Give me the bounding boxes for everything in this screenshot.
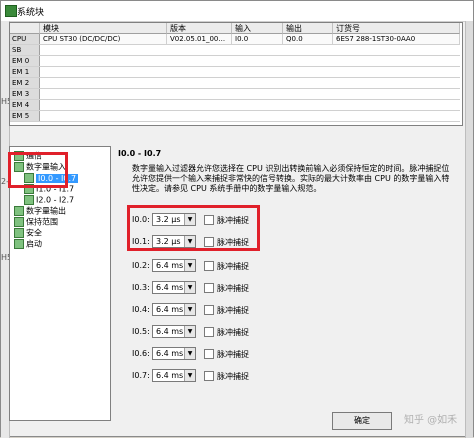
filter-time-select[interactable]: 6.4 ms ▼ <box>152 325 196 338</box>
module-table: 模块 版本 输入 输出 订货号 CPU CPU ST30 (DC/DC/DC) … <box>9 22 463 126</box>
row-label: EM 4 <box>10 100 40 110</box>
row-label: EM 2 <box>10 78 40 88</box>
row-label: EM 5 <box>10 111 40 121</box>
table-row[interactable]: EM 4 <box>10 100 460 111</box>
tree-check-icon <box>14 217 24 227</box>
pulse-catch-label: 脉冲捕捉 <box>217 284 249 293</box>
input-cell: I0.0 <box>232 34 283 44</box>
filter-row-i0-2: I0.2: 6.4 ms ▼ 脉冲捕捉 <box>132 259 292 273</box>
pulse-catch-checkbox[interactable] <box>204 283 214 293</box>
pulse-catch-checkbox[interactable] <box>204 371 214 381</box>
chevron-down-icon: ▼ <box>184 348 195 359</box>
ok-button[interactable]: 确定 <box>332 412 392 430</box>
tree-check-icon <box>14 206 24 216</box>
row-label: CPU <box>10 34 40 44</box>
column-header-input: 输入 <box>232 23 283 34</box>
pulse-catch-checkbox[interactable] <box>204 327 214 337</box>
chevron-down-icon: ▼ <box>184 304 195 315</box>
tree-check-icon <box>14 239 24 249</box>
pulse-catch-label: 脉冲捕捉 <box>217 328 249 337</box>
panel-title: I0.0 - I0.7 <box>118 149 162 158</box>
row-label: EM 1 <box>10 67 40 77</box>
table-row[interactable]: EM 3 <box>10 89 460 100</box>
filter-time-select[interactable]: 6.4 ms ▼ <box>152 281 196 294</box>
row-label: SB <box>10 45 40 55</box>
pulse-catch-label: 脉冲捕捉 <box>217 306 249 315</box>
panel-description: 数字量输入过滤器允许您选择在 CPU 识别出转换前输入必须保持恒定的时间。脉冲捕… <box>132 164 450 193</box>
pulse-catch-label: 脉冲捕捉 <box>217 262 249 271</box>
filter-label: I0.6: <box>132 349 150 358</box>
column-header-module: 模块 <box>40 23 167 34</box>
column-header-version: 版本 <box>167 23 232 34</box>
pulse-catch-label: 脉冲捕捉 <box>217 372 249 381</box>
filter-row-i0-4: I0.4: 6.4 ms ▼ 脉冲捕捉 <box>132 303 292 317</box>
tree-check-icon <box>14 228 24 238</box>
order-cell: 6ES7 288-1ST30-0AA0 <box>333 34 460 44</box>
output-cell: Q0.0 <box>283 34 333 44</box>
table-row[interactable]: SB <box>10 45 460 56</box>
filter-label: I0.2: <box>132 261 150 270</box>
highlight-box <box>8 152 68 188</box>
window-title: 系统块 <box>17 8 45 18</box>
detail-panel: I0.0 - I0.7 数字量输入过滤器允许您选择在 CPU 识别出转换前输入必… <box>112 146 462 419</box>
tree-check-icon <box>24 195 34 205</box>
title-bar: 系统块 <box>1 1 473 22</box>
table-row[interactable]: CPU CPU ST30 (DC/DC/DC) V02.05.01_00... … <box>10 34 460 45</box>
tree-item-security[interactable]: 安全 <box>14 228 42 239</box>
filter-row-i0-3: I0.3: 6.4 ms ▼ 脉冲捕捉 <box>132 281 292 295</box>
filter-time-select[interactable]: 6.4 ms ▼ <box>152 303 196 316</box>
table-row[interactable]: EM 2 <box>10 78 460 89</box>
table-row[interactable]: EM 5 <box>10 111 460 122</box>
highlight-box <box>127 205 260 251</box>
table-row[interactable]: EM 1 <box>10 67 460 78</box>
filter-time-select[interactable]: 6.4 ms ▼ <box>152 259 196 272</box>
chevron-down-icon: ▼ <box>184 370 195 381</box>
right-edge-strip <box>465 21 473 438</box>
filter-label: I0.5: <box>132 327 150 336</box>
row-label: EM 3 <box>10 89 40 99</box>
row-label: EM 0 <box>10 56 40 66</box>
pulse-catch-checkbox[interactable] <box>204 349 214 359</box>
pulse-catch-checkbox[interactable] <box>204 305 214 315</box>
chevron-down-icon: ▼ <box>184 282 195 293</box>
filter-label: I0.7: <box>132 371 150 380</box>
tree-item-digital-output[interactable]: 数字量输出 <box>14 206 66 217</box>
filter-time-select[interactable]: 6.4 ms ▼ <box>152 369 196 382</box>
filter-row-i0-7: I0.7: 6.4 ms ▼ 脉冲捕捉 <box>132 369 292 383</box>
table-corner <box>10 23 40 34</box>
column-header-output: 输出 <box>283 23 333 34</box>
watermark: 知乎 @如禾 <box>404 415 458 426</box>
table-row[interactable]: EM 0 <box>10 56 460 67</box>
tree-item-i2[interactable]: I2.0 - I2.7 <box>24 195 74 206</box>
module-cell[interactable]: CPU ST30 (DC/DC/DC) <box>40 34 167 44</box>
filter-time-select[interactable]: 6.4 ms ▼ <box>152 347 196 360</box>
pulse-catch-label: 脉冲捕捉 <box>217 350 249 359</box>
column-header-order-number: 订货号 <box>333 23 460 34</box>
chevron-down-icon: ▼ <box>184 260 195 271</box>
version-cell: V02.05.01_00... <box>167 34 232 44</box>
filter-row-i0-6: I0.6: 6.4 ms ▼ 脉冲捕捉 <box>132 347 292 361</box>
tree-item-retentive-range[interactable]: 保持范围 <box>14 217 58 228</box>
chevron-down-icon: ▼ <box>184 326 195 337</box>
filter-label: I0.4: <box>132 305 150 314</box>
app-icon <box>5 5 17 17</box>
filter-label: I0.3: <box>132 283 150 292</box>
pulse-catch-checkbox[interactable] <box>204 261 214 271</box>
tree-item-startup[interactable]: 启动 <box>14 239 42 250</box>
filter-row-i0-5: I0.5: 6.4 ms ▼ 脉冲捕捉 <box>132 325 292 339</box>
